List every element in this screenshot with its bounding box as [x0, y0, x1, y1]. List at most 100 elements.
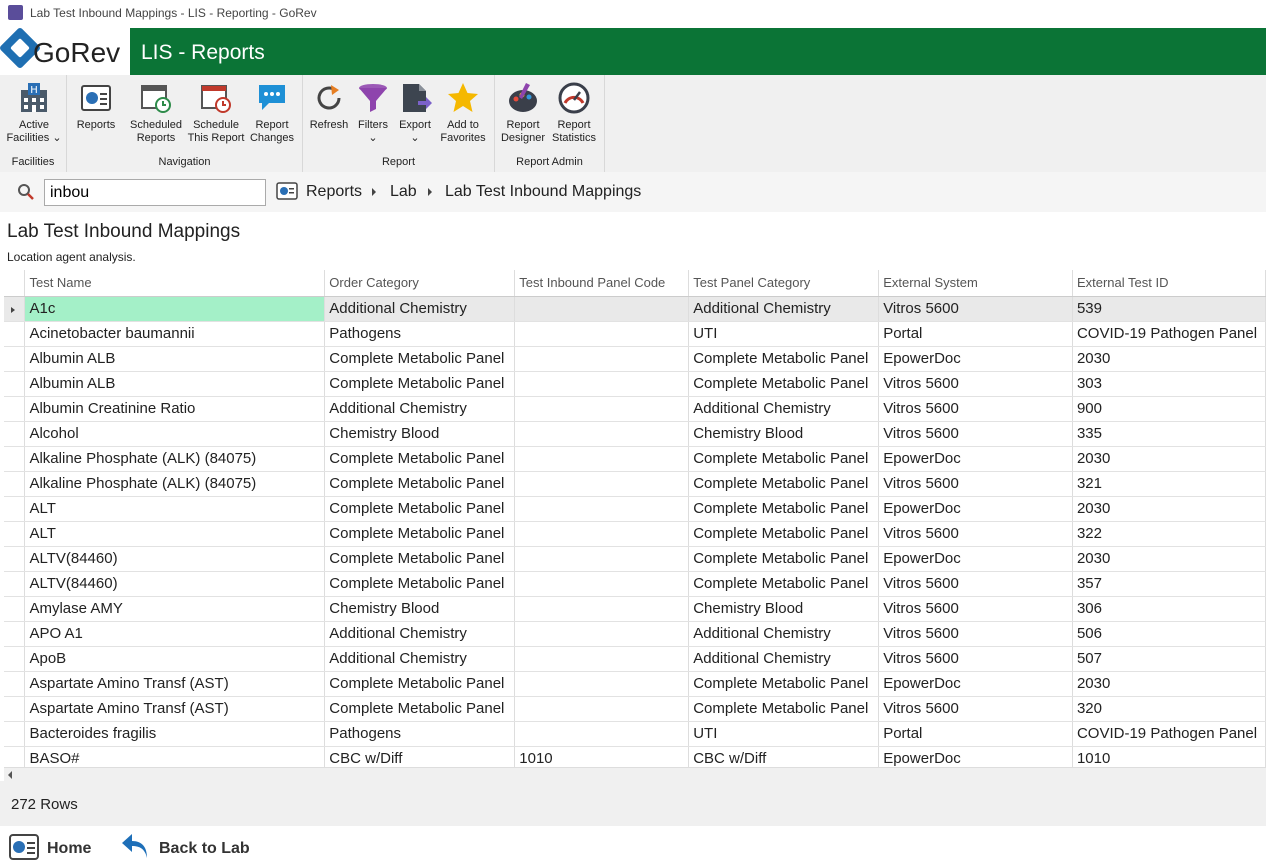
table-row[interactable]: ALTV(84460) Complete Metabolic Panel Compl…	[4, 546, 1266, 572]
row-indicator[interactable]	[4, 321, 26, 347]
table-cell[interactable]: Complete Metabolic Panel	[324, 371, 516, 397]
table-cell[interactable]: Vitros 5600	[878, 421, 1073, 447]
table-cell[interactable]: Complete Metabolic Panel	[324, 571, 516, 597]
table-row[interactable]: ApoB Additional Chemistry Additional Chemi…	[4, 646, 1266, 672]
back-to-lab-button[interactable]: Back to Lab	[120, 832, 260, 862]
table-cell[interactable]: Albumin ALB	[24, 371, 326, 397]
table-cell[interactable]: Bacteroides fragilis	[24, 721, 326, 747]
active-facilities-button[interactable]: H Active Facilities ⌄	[4, 81, 64, 145]
table-cell[interactable]: Vitros 5600	[878, 646, 1073, 672]
table-cell[interactable]: Additional Chemistry	[688, 396, 880, 422]
table-row[interactable]: Alkaline Phosphate (ALK) (84075) Complete…	[4, 471, 1266, 497]
table-cell[interactable]: 2030	[1072, 346, 1266, 372]
table-row[interactable]: ALT Complete Metabolic Panel Complete Meta…	[4, 521, 1266, 547]
table-cell[interactable]: Aspartate Amino Transf (AST)	[24, 671, 326, 697]
row-indicator[interactable]	[4, 546, 26, 572]
table-cell[interactable]: Complete Metabolic Panel	[688, 671, 880, 697]
breadcrumb-reports[interactable]: Reports	[306, 183, 362, 201]
table-cell[interactable]: Complete Metabolic Panel	[688, 696, 880, 722]
row-indicator[interactable]	[4, 371, 26, 397]
table-cell[interactable]: Additional Chemistry	[324, 621, 516, 647]
scheduled-reports-button[interactable]: Scheduled Reports	[127, 81, 185, 145]
report-designer-button[interactable]: Report Designer	[499, 81, 547, 145]
table-row[interactable]: APO A1 Additional Chemistry Additional Che…	[4, 621, 1266, 647]
table-cell[interactable]: Additional Chemistry	[688, 621, 880, 647]
table-cell[interactable]: 2030	[1072, 671, 1266, 697]
table-cell[interactable]: Additional Chemistry	[688, 296, 880, 322]
table-cell[interactable]: Aspartate Amino Transf (AST)	[24, 696, 326, 722]
table-row[interactable]: Albumin ALB Complete Metabolic Panel Compl…	[4, 371, 1266, 397]
table-cell[interactable]: EpowerDoc	[878, 746, 1073, 767]
table-cell[interactable]	[514, 321, 690, 347]
table-cell[interactable]: Alcohol	[24, 421, 326, 447]
add-to-favorites-button[interactable]: Add to Favorites	[437, 81, 489, 145]
table-cell[interactable]: ApoB	[24, 646, 326, 672]
column-header[interactable]: Test Panel Category	[688, 270, 880, 297]
column-header[interactable]: Test Inbound Panel Code	[514, 270, 690, 297]
column-header[interactable]: Order Category	[324, 270, 516, 297]
table-row[interactable]: BASO# CBC w/Diff 1010 CBC w/Diff EpowerDoc 10…	[4, 746, 1266, 767]
table-cell[interactable]	[514, 496, 690, 522]
table-cell[interactable]: EpowerDoc	[878, 546, 1073, 572]
row-indicator[interactable]	[4, 521, 26, 547]
table-cell[interactable]: COVID-19 Pathogen Panel	[1072, 321, 1266, 347]
table-cell[interactable]: Complete Metabolic Panel	[324, 346, 516, 372]
row-indicator[interactable]	[4, 346, 26, 372]
table-cell[interactable]: UTI	[688, 321, 880, 347]
table-cell[interactable]: 320	[1072, 696, 1266, 722]
table-row[interactable]: A1c Additional Chemistry Additional Chemis…	[4, 296, 1266, 322]
table-cell[interactable]: Portal	[878, 721, 1073, 747]
table-row[interactable]: Aspartate Amino Transf (AST) Complete Met…	[4, 696, 1266, 722]
export-button[interactable]: Export ⌄	[395, 81, 435, 145]
table-cell[interactable]: CBC w/Diff	[324, 746, 516, 767]
table-cell[interactable]: Portal	[878, 321, 1073, 347]
table-row[interactable]: Alkaline Phosphate (ALK) (84075) Complete…	[4, 446, 1266, 472]
table-row[interactable]: Aspartate Amino Transf (AST) Complete Met…	[4, 671, 1266, 697]
row-indicator[interactable]	[4, 621, 26, 647]
row-indicator[interactable]	[4, 746, 26, 767]
row-indicator[interactable]	[4, 671, 26, 697]
table-cell[interactable]: 539	[1072, 296, 1266, 322]
row-indicator[interactable]	[4, 471, 26, 497]
table-cell[interactable]: 2030	[1072, 546, 1266, 572]
report-statistics-button[interactable]: Report Statistics	[549, 81, 599, 145]
table-cell[interactable]: Vitros 5600	[878, 471, 1073, 497]
table-cell[interactable]: Albumin Creatinine Ratio	[24, 396, 326, 422]
table-cell[interactable]: 303	[1072, 371, 1266, 397]
table-cell[interactable]: Pathogens	[324, 321, 516, 347]
table-row[interactable]: Amylase AMY Chemistry Blood Chemistry Bloo…	[4, 596, 1266, 622]
table-cell[interactable]: Vitros 5600	[878, 296, 1073, 322]
table-row[interactable]: Albumin ALB Complete Metabolic Panel Compl…	[4, 346, 1266, 372]
table-row[interactable]: Acinetobacter baumannii Pathogens UTI Porta…	[4, 321, 1266, 347]
table-cell[interactable]: Complete Metabolic Panel	[324, 446, 516, 472]
table-cell[interactable]: Complete Metabolic Panel	[688, 446, 880, 472]
table-cell[interactable]: Complete Metabolic Panel	[324, 521, 516, 547]
table-cell[interactable]: Pathogens	[324, 721, 516, 747]
table-cell[interactable]: EpowerDoc	[878, 346, 1073, 372]
table-row[interactable]: ALT Complete Metabolic Panel Complete Meta…	[4, 496, 1266, 522]
table-cell[interactable]: APO A1	[24, 621, 326, 647]
column-header[interactable]: External Test ID	[1072, 270, 1266, 297]
table-cell[interactable]: ALTV(84460)	[24, 546, 326, 572]
table-cell[interactable]: EpowerDoc	[878, 446, 1073, 472]
table-cell[interactable]: Complete Metabolic Panel	[688, 546, 880, 572]
row-indicator[interactable]	[4, 446, 26, 472]
table-cell[interactable]: BASO#	[24, 746, 326, 767]
row-indicator[interactable]	[4, 396, 26, 422]
table-cell[interactable]: Alkaline Phosphate (ALK) (84075)	[24, 446, 326, 472]
table-cell[interactable]: 335	[1072, 421, 1266, 447]
table-cell[interactable]	[514, 521, 690, 547]
table-cell[interactable]: 322	[1072, 521, 1266, 547]
breadcrumb-lab[interactable]: Lab	[390, 183, 417, 201]
table-cell[interactable]: Chemistry Blood	[324, 596, 516, 622]
table-cell[interactable]: Complete Metabolic Panel	[688, 521, 880, 547]
table-cell[interactable]: Acinetobacter baumannii	[24, 321, 326, 347]
table-cell[interactable]	[514, 696, 690, 722]
table-cell[interactable]: Vitros 5600	[878, 596, 1073, 622]
table-cell[interactable]: Additional Chemistry	[688, 646, 880, 672]
row-indicator[interactable]	[4, 721, 26, 747]
table-cell[interactable]: 506	[1072, 621, 1266, 647]
home-button[interactable]: Home	[8, 832, 103, 862]
table-cell[interactable]: ALT	[24, 496, 326, 522]
table-cell[interactable]	[514, 421, 690, 447]
